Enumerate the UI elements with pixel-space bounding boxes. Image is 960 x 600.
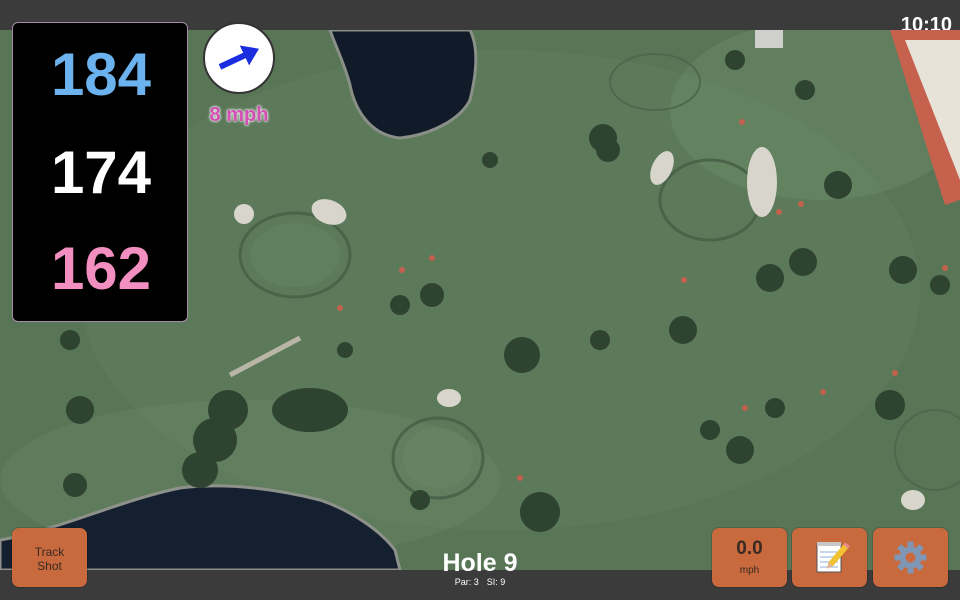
- par-label: Par: 3: [454, 577, 479, 587]
- settings-button[interactable]: [873, 528, 948, 587]
- wind-speed-label: 8 mph: [209, 104, 269, 126]
- front-of-green-distance: 162: [50, 235, 152, 302]
- hole-title: Hole 9: [442, 549, 518, 577]
- notes-button[interactable]: [792, 528, 867, 587]
- track-shot-label-line2: Shot: [37, 559, 62, 573]
- speed-button[interactable]: 0.0 mph: [712, 528, 787, 587]
- hole-info: Par: 3 SI: 9: [400, 577, 560, 587]
- gear-icon: [894, 541, 927, 574]
- stroke-index-label: SI: 9: [486, 577, 506, 587]
- notepad-icon: [816, 542, 850, 573]
- track-shot-button[interactable]: Track Shot: [12, 528, 87, 587]
- back-of-green-distance: 184: [50, 41, 152, 108]
- arrow-right-icon: [218, 45, 259, 70]
- speed-unit: mph: [739, 565, 760, 576]
- distance-panel: 184 174 162: [12, 22, 188, 322]
- center-of-green-distance: 174: [50, 139, 152, 206]
- track-shot-label-line1: Track: [34, 545, 65, 559]
- speed-value: 0.0: [736, 538, 763, 559]
- wind-direction-dial: [203, 22, 275, 94]
